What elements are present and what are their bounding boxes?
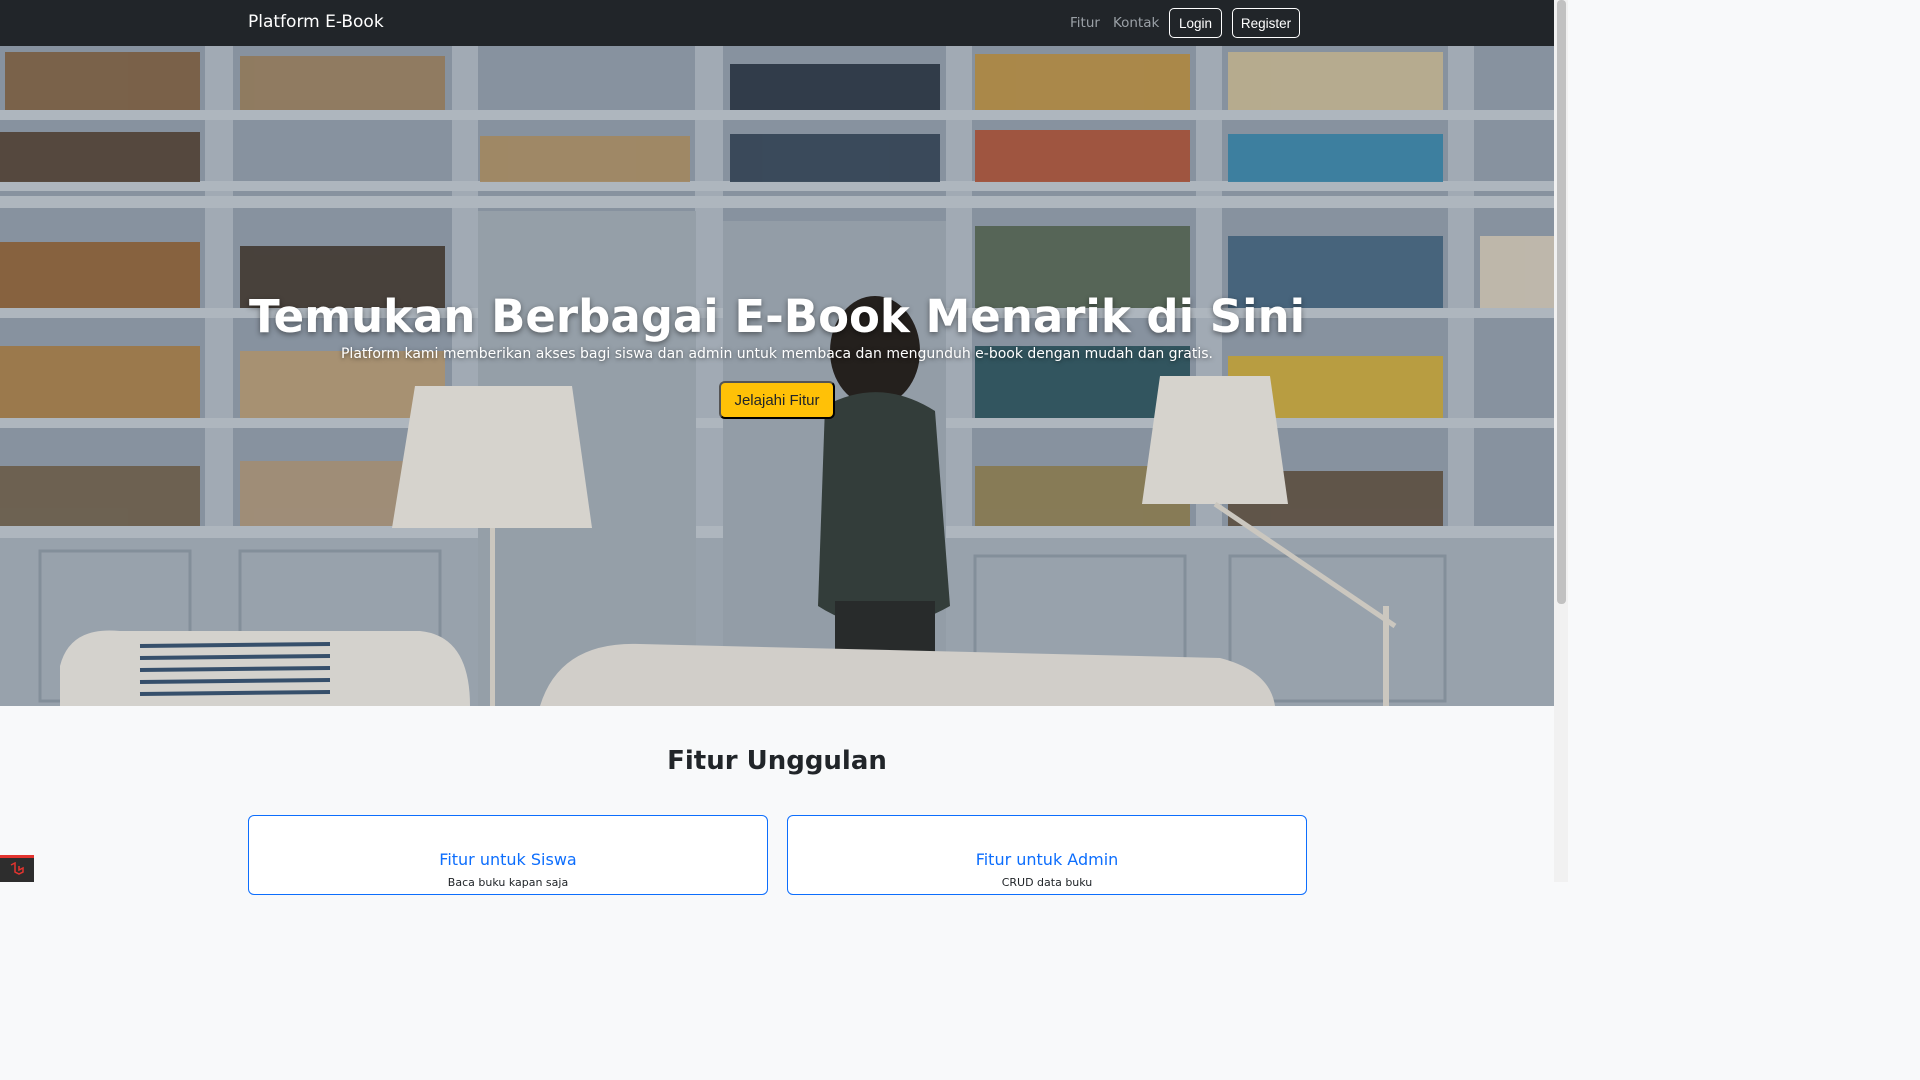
- feature-card-text: Baca buku kapan saja: [447, 876, 569, 889]
- scrollbar-thumb[interactable]: [1557, 0, 1566, 604]
- nav-links: Fitur Kontak: [1070, 15, 1159, 31]
- nav-link-fitur[interactable]: Fitur: [1070, 15, 1100, 31]
- register-button[interactable]: Register: [1232, 8, 1300, 38]
- laravel-logo-icon: [10, 862, 24, 875]
- debug-toolbar-badge[interactable]: [0, 855, 34, 882]
- hero-subtitle: Platform kami memberikan akses bagi sisw…: [340, 346, 1213, 362]
- navbar: Platform E-Book Fitur Kontak Login Regis…: [0, 0, 1554, 46]
- feature-card-student: Fitur untuk Siswa Baca buku kapan saja: [248, 815, 768, 895]
- feature-card-title: Fitur untuk Admin: [975, 850, 1119, 869]
- features-heading: Fitur Unggulan: [667, 746, 887, 776]
- hero-section: Temukan Berbagai E-Book Menarik di Sini …: [0, 46, 1554, 706]
- brand-link[interactable]: Platform E-Book: [248, 12, 384, 32]
- hero-title: Temukan Berbagai E-Book Menarik di Sini: [248, 290, 1306, 343]
- page-scrollbar[interactable]: [1554, 0, 1568, 882]
- nav-link-kontak[interactable]: Kontak: [1113, 15, 1159, 31]
- feature-card-text: CRUD data buku: [1001, 876, 1093, 889]
- explore-features-button[interactable]: Jelajahi Fitur: [719, 381, 835, 419]
- feature-card-title: Fitur untuk Siswa: [439, 850, 577, 869]
- hero-background-image: [0, 46, 1554, 706]
- login-button[interactable]: Login: [1169, 8, 1222, 38]
- feature-card-admin: Fitur untuk Admin CRUD data buku: [787, 815, 1307, 895]
